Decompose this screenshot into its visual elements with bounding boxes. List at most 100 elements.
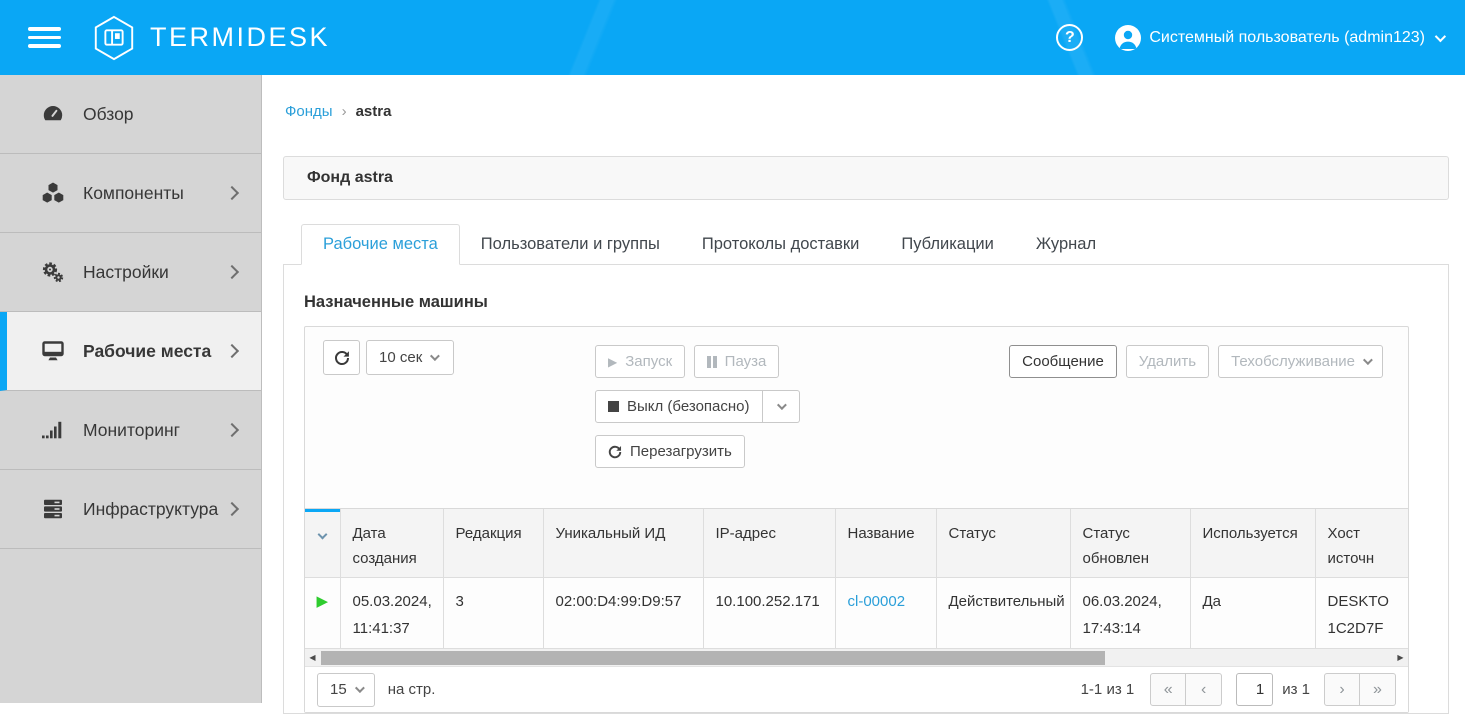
chevron-right-icon — [225, 186, 239, 200]
page-size-value: 15 — [330, 681, 347, 698]
sidebar-item-label: Инфраструктура — [83, 499, 218, 520]
breadcrumb-link-funds[interactable]: Фонды — [285, 103, 333, 120]
power-off-dropdown-button[interactable] — [763, 390, 800, 423]
play-icon: ▶ — [608, 356, 617, 368]
termidesk-logo-icon — [91, 15, 137, 61]
row-ip-cell: 10.100.252.171 — [703, 578, 835, 649]
breadcrumb-separator: › — [342, 103, 347, 120]
gears-icon — [38, 260, 68, 284]
last-page-button[interactable]: » — [1360, 673, 1396, 706]
tab-workplaces[interactable]: Рабочие места — [301, 224, 460, 265]
scroll-right-arrow-icon[interactable]: ▶ — [1393, 649, 1408, 666]
delete-button[interactable]: Удалить — [1126, 345, 1209, 378]
machines-table-container: Дата создания Редакция Уникальный ИД IP-… — [305, 508, 1408, 649]
page-number-input[interactable] — [1236, 673, 1273, 706]
of-pages-label: из 1 — [1282, 681, 1310, 698]
signal-bars-icon — [38, 418, 68, 442]
sidebar-item-monitoring[interactable]: Мониторинг — [0, 391, 261, 470]
main-content: Фонды › astra Фонд astra Рабочие места П… — [263, 75, 1465, 703]
select-column-header[interactable] — [305, 509, 340, 578]
sidebar-item-overview[interactable]: Обзор — [0, 75, 261, 154]
horizontal-scrollbar[interactable]: ◀ ▶ — [305, 649, 1408, 666]
user-avatar-icon — [1115, 25, 1141, 51]
running-state-icon: ▶ — [316, 593, 328, 610]
first-page-button[interactable]: « — [1150, 673, 1186, 706]
sidebar-item-label: Мониторинг — [83, 420, 180, 441]
column-header-created[interactable]: Дата создания — [340, 509, 443, 578]
machines-table: Дата создания Редакция Уникальный ИД IP-… — [305, 509, 1408, 649]
column-header-status-updated[interactable]: Статус обновлен — [1070, 509, 1190, 578]
machines-panel: 10 сек ▶ Запуск Пауза — [304, 326, 1409, 713]
column-header-ip[interactable]: IP-адрес — [703, 509, 835, 578]
row-name-cell: cl-00002 — [835, 578, 936, 649]
power-off-label: Выкл (безопасно) — [627, 398, 750, 415]
scrollbar-thumb[interactable] — [321, 651, 1105, 665]
column-header-unique-id[interactable]: Уникальный ИД — [543, 509, 703, 578]
breadcrumb: Фонды › astra — [263, 75, 1465, 120]
sidebar-item-label: Компоненты — [83, 183, 184, 204]
sidebar-item-infrastructure[interactable]: Инфраструктура — [0, 470, 261, 549]
cubes-icon — [38, 181, 68, 205]
start-button[interactable]: ▶ Запуск — [595, 345, 685, 378]
power-off-button[interactable]: Выкл (безопасно) — [595, 390, 763, 423]
table-footer: 15 на стр. 1-1 из 1 « ‹ из 1 › » — [305, 666, 1408, 712]
user-name: Системный пользователь (admin123) — [1149, 29, 1425, 47]
monitor-icon — [38, 339, 68, 363]
message-button[interactable]: Сообщение — [1009, 345, 1117, 378]
reboot-label: Перезагрузить — [630, 443, 732, 460]
toolbar: 10 сек ▶ Запуск Пауза — [305, 327, 1408, 508]
help-glyph: ? — [1065, 29, 1075, 47]
row-host-source-cell: DESKTO 1C2D7F — [1315, 578, 1408, 649]
help-icon[interactable]: ? — [1056, 24, 1083, 51]
column-header-status[interactable]: Статус — [936, 509, 1070, 578]
row-state-cell: ▶ — [305, 578, 340, 649]
row-revision-cell: 3 — [443, 578, 543, 649]
next-page-button[interactable]: › — [1324, 673, 1360, 706]
per-page-label: на стр. — [388, 681, 436, 698]
row-created-cell: 05.03.2024, 11:41:37 — [340, 578, 443, 649]
page-size-select[interactable]: 15 — [317, 673, 375, 707]
row-unique-id-cell: 02:00:D4:99:D9:57 — [543, 578, 703, 649]
sidebar-item-label: Обзор — [83, 104, 134, 125]
refresh-button[interactable] — [323, 340, 360, 375]
user-menu[interactable]: Системный пользователь (admin123) — [1115, 25, 1443, 51]
machine-link[interactable]: cl-00002 — [848, 593, 906, 610]
scroll-left-arrow-icon[interactable]: ◀ — [305, 649, 320, 666]
refresh-interval-value: 10 сек — [379, 349, 422, 366]
tab-users-groups[interactable]: Пользователи и группы — [460, 224, 681, 264]
pause-label: Пауза — [725, 353, 767, 370]
tab-content: Назначенные машины 10 сек — [283, 265, 1449, 714]
hamburger-menu-icon[interactable] — [28, 22, 61, 53]
column-header-revision[interactable]: Редакция — [443, 509, 543, 578]
chevron-right-icon — [225, 502, 239, 516]
tab-delivery-protocols[interactable]: Протоколы доставки — [681, 224, 881, 264]
prev-page-button[interactable]: ‹ — [1186, 673, 1222, 706]
breadcrumb-current: astra — [356, 103, 392, 120]
gauge-icon — [38, 102, 68, 126]
card-title: Фонд astra — [283, 156, 1449, 200]
column-header-in-use[interactable]: Используется — [1190, 509, 1315, 578]
column-header-host-source[interactable]: Хост источн — [1315, 509, 1408, 578]
tab-journal[interactable]: Журнал — [1015, 224, 1117, 264]
chevron-down-icon — [430, 351, 440, 361]
maintenance-select[interactable]: Техобслуживание — [1218, 345, 1383, 378]
chevron-down-icon — [1363, 355, 1373, 365]
refresh-interval-select[interactable]: 10 сек — [366, 340, 454, 375]
topbar: TERMIDESK ? Системный пользователь (admi… — [0, 0, 1465, 75]
pause-button[interactable]: Пауза — [694, 345, 779, 378]
pause-icon — [707, 356, 717, 368]
sidebar-item-label: Рабочие места — [83, 341, 211, 362]
chevron-right-icon — [225, 423, 239, 437]
row-status-updated-cell: 06.03.2024, 17:43:14 — [1070, 578, 1190, 649]
row-in-use-cell: Да — [1190, 578, 1315, 649]
tab-publications[interactable]: Публикации — [880, 224, 1015, 264]
reboot-button[interactable]: Перезагрузить — [595, 435, 745, 468]
sidebar: Обзор Компоненты Настройки — [0, 75, 262, 703]
start-label: Запуск — [625, 353, 672, 370]
column-header-name[interactable]: Название — [835, 509, 936, 578]
sidebar-item-workplaces[interactable]: Рабочие места — [0, 312, 261, 391]
brand-title: TERMIDESK — [150, 22, 330, 53]
sidebar-item-settings[interactable]: Настройки — [0, 233, 261, 312]
sidebar-item-components[interactable]: Компоненты — [0, 154, 261, 233]
range-label: 1-1 из 1 — [1081, 681, 1135, 698]
